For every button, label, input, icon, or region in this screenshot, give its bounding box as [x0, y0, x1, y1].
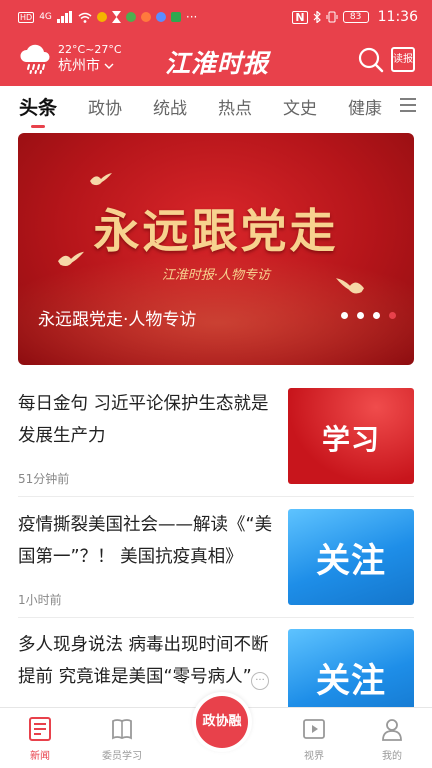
news-time: 51分钟前	[18, 472, 70, 486]
video-icon	[303, 719, 325, 739]
app-notification-icon	[170, 12, 181, 22]
news-item[interactable]: 疫情撕裂美国社会——解读《“美国第一”？！ 美国抗疫真相》 1小时前 关注	[18, 509, 414, 621]
weather-info: 22°C~27°C 杭州市	[58, 43, 122, 75]
carousel-dot[interactable]	[373, 312, 380, 319]
thumbnail-text: 关注	[316, 661, 386, 701]
carousel-dot[interactable]	[341, 312, 348, 319]
cloud-rain-icon	[20, 44, 50, 74]
read-paper-label: 读报	[393, 54, 413, 65]
nav-profile[interactable]: 我的	[352, 716, 432, 762]
news-item[interactable]: 每日金句 习近平论保护生态就是发展生产力 51分钟前 学习	[18, 388, 414, 500]
chevron-down-icon	[104, 63, 114, 69]
book-icon	[112, 719, 132, 740]
tab-hot[interactable]: 热点	[218, 94, 252, 119]
status-bar: HD 4G ··· N 83 11:36	[0, 0, 432, 34]
network-type: 4G	[39, 12, 52, 22]
thumbnail-text: 关注	[316, 541, 386, 581]
signal-icon	[56, 11, 72, 23]
nav-vision[interactable]: 视界	[274, 716, 354, 762]
status-left: HD 4G ···	[18, 10, 197, 24]
nav-label: 视界	[304, 751, 324, 762]
app-notification-icon	[125, 12, 136, 22]
city-selector[interactable]: 杭州市	[58, 57, 122, 75]
vibrate-icon	[326, 11, 338, 23]
network-chip: HD	[18, 11, 35, 23]
profile-icon	[382, 719, 402, 741]
app-notification-icon	[96, 12, 107, 22]
newspaper-icon[interactable]: 读报	[391, 47, 415, 72]
app-notification-icon	[155, 12, 166, 22]
tab-cppcc[interactable]: 政协	[88, 94, 122, 119]
nav-news[interactable]: 新闻	[0, 716, 80, 762]
search-icon[interactable]	[358, 47, 384, 73]
thumbnail-text: 学习	[321, 423, 380, 456]
banner-caption: 永远跟党走·人物专访	[38, 310, 197, 330]
carousel-dot-active[interactable]	[389, 312, 396, 319]
app-notification-icon	[140, 12, 151, 22]
wifi-icon	[78, 12, 92, 23]
news-title[interactable]: 多人现身说法 病毒出现时间不断提前 究竟谁是美国“零号病人”	[18, 629, 274, 693]
news-thumbnail[interactable]: 学习	[288, 388, 414, 484]
weather-temp: 22°C~27°C	[58, 43, 122, 56]
carousel-dot[interactable]	[357, 312, 364, 319]
tab-history[interactable]: 文史	[283, 94, 317, 119]
more-notifications: ···	[185, 10, 198, 24]
nav-label: 委员学习	[102, 751, 142, 762]
city-label: 杭州市	[58, 58, 100, 74]
app-header: 22°C~27°C 杭州市 江淮时报 读报	[0, 34, 432, 86]
divider	[18, 496, 414, 497]
news-title[interactable]: 疫情撕裂美国社会——解读《“美国第一”？！ 美国抗疫真相》	[18, 509, 274, 573]
bluetooth-icon	[313, 11, 321, 23]
nav-member-study[interactable]: 委员学习	[82, 716, 162, 762]
battery-indicator: 83	[342, 11, 369, 23]
news-title[interactable]: 每日金句 习近平论保护生态就是发展生产力	[18, 388, 274, 452]
weather-widget[interactable]: 22°C~27°C 杭州市	[18, 42, 122, 76]
nav-label: 我的	[382, 751, 402, 762]
status-right: N 83 11:36	[292, 9, 418, 25]
hourglass-icon	[111, 11, 121, 23]
carousel-indicator	[341, 312, 396, 319]
news-icon	[29, 717, 51, 741]
center-brand-button[interactable]: 政协融	[192, 692, 252, 752]
menu-icon[interactable]	[400, 98, 416, 112]
news-thumbnail[interactable]: 关注	[288, 509, 414, 605]
tab-headlines[interactable]: 头条	[19, 93, 57, 128]
banner-carousel[interactable]: 永远跟党走 江淮时报·人物专访 永远跟党走·人物专访	[18, 133, 414, 365]
nfc-icon: N	[292, 10, 308, 24]
bottom-nav: 新闻 委员学习 政协融 视界 我的	[0, 692, 432, 768]
center-brand-label: 政协融	[196, 696, 248, 748]
banner-headline: 永远跟党走	[93, 204, 339, 258]
more-options-button[interactable]: ···	[251, 672, 269, 690]
divider	[18, 617, 414, 618]
nav-label: 新闻	[30, 751, 50, 762]
category-tabs: 头条 政协 统战 热点 文史 健康	[0, 86, 432, 128]
news-time: 1小时前	[18, 593, 62, 607]
news-thumbnail[interactable]: 关注	[288, 629, 414, 707]
banner-subtitle: 江淮时报·人物专访	[161, 268, 271, 283]
clock: 11:36	[377, 9, 418, 25]
dove-icon	[90, 173, 112, 186]
tab-united-front[interactable]: 统战	[153, 94, 187, 119]
app-logo: 江淮时报	[164, 49, 269, 78]
